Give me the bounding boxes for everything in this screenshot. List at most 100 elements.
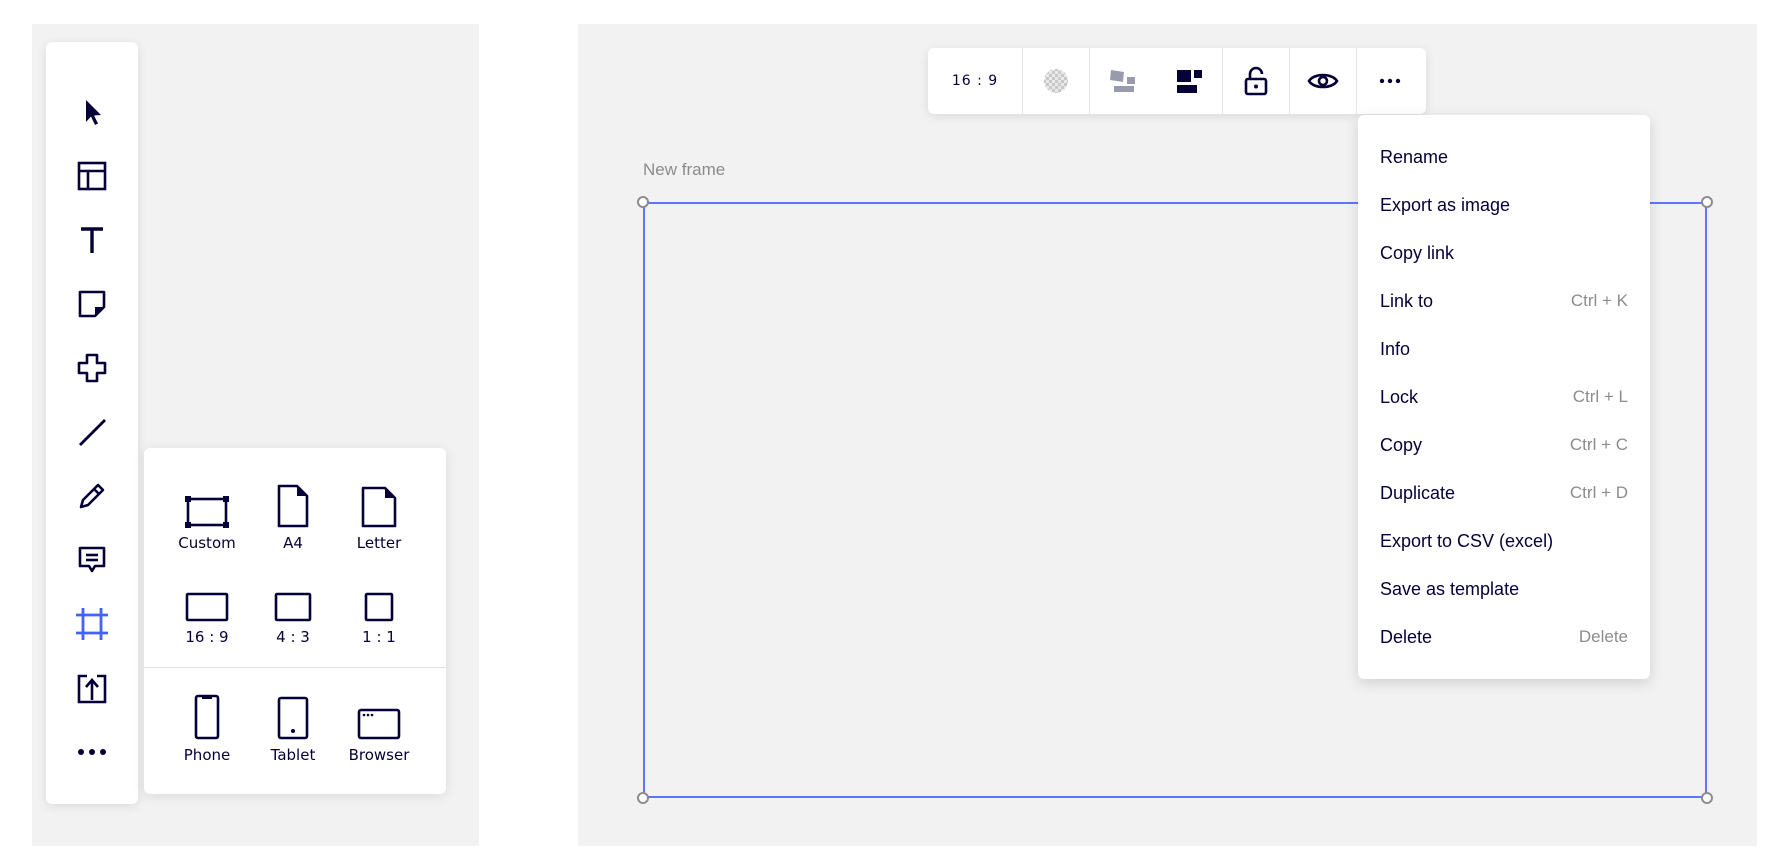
menu-item-copy-link[interactable]: Copy link xyxy=(1358,229,1650,277)
text-tool[interactable] xyxy=(62,214,122,266)
preset-label: Phone xyxy=(183,746,231,764)
comment-icon xyxy=(78,546,106,573)
frame-tool[interactable] xyxy=(62,598,122,650)
menu-item-lock[interactable]: Lock Ctrl + L xyxy=(1358,373,1650,421)
menu-item-shortcut: Ctrl + C xyxy=(1569,435,1628,454)
preset-label: Custom xyxy=(178,534,236,552)
more-horizontal-icon xyxy=(1379,78,1401,84)
resize-handle-bottom-left[interactable] xyxy=(637,792,649,804)
layout-grid-button[interactable] xyxy=(1156,48,1222,114)
preset-label: Letter xyxy=(356,534,402,552)
resize-handle-top-left[interactable] xyxy=(637,196,649,208)
shape-icon xyxy=(77,353,107,383)
visibility-button[interactable] xyxy=(1290,48,1356,114)
tablet-icon xyxy=(277,696,309,740)
page-icon xyxy=(277,484,309,528)
resize-handle-bottom-right[interactable] xyxy=(1701,792,1713,804)
preset-label: Browser xyxy=(348,746,410,764)
more-icon xyxy=(78,749,106,755)
layout-icon xyxy=(77,161,107,191)
pen-icon xyxy=(79,483,105,509)
unlock-icon xyxy=(1244,66,1268,96)
phone-icon xyxy=(194,694,220,740)
menu-item-shortcut: Ctrl + K xyxy=(1570,291,1628,310)
presets-divider xyxy=(144,667,446,668)
menu-item-label: Copy link xyxy=(1380,242,1455,263)
ratio-4-3-icon xyxy=(274,592,312,622)
preset-letter[interactable]: Letter xyxy=(336,474,422,560)
text-icon xyxy=(81,227,103,253)
custom-frame-icon xyxy=(185,496,229,528)
preset-label: A4 xyxy=(283,534,303,552)
menu-item-label: Duplicate xyxy=(1380,482,1456,503)
menu-item-label: Delete xyxy=(1380,626,1433,647)
preset-16-9[interactable]: 16 : 9 xyxy=(164,568,250,654)
cursor-icon xyxy=(86,100,101,125)
frame-presets-popup: Custom A4 Letter 16 : 9 4: 3 1: 1 Phon… xyxy=(144,448,446,794)
preset-phone[interactable]: Phone xyxy=(164,686,250,772)
line-tool[interactable] xyxy=(62,406,122,458)
preset-1-1[interactable]: 1 : 1 xyxy=(336,568,422,654)
upload-icon xyxy=(77,674,107,704)
menu-item-info[interactable]: Info xyxy=(1358,325,1650,373)
menu-item-rename[interactable]: Rename xyxy=(1358,133,1650,181)
preset-a4[interactable]: A4 xyxy=(250,474,336,560)
more-tools[interactable] xyxy=(62,726,122,778)
frame-context-toolbar: 16 : 9 xyxy=(928,48,1426,114)
main-toolbar xyxy=(46,42,138,804)
menu-item-export-csv[interactable]: Export to CSV (excel) xyxy=(1358,517,1650,565)
menu-item-label: Export as image xyxy=(1380,194,1511,215)
preset-label: 1 : 1 xyxy=(362,628,396,646)
page-icon xyxy=(361,486,397,528)
line-icon xyxy=(79,419,106,446)
arrange-button[interactable] xyxy=(1090,48,1156,114)
preset-label: 4 : 3 xyxy=(276,628,310,646)
menu-item-label: Link to xyxy=(1380,290,1434,311)
ratio-16-9-icon xyxy=(185,592,229,622)
menu-item-shortcut: Delete xyxy=(1578,627,1628,646)
eye-icon xyxy=(1307,73,1339,89)
frame-fill-button[interactable] xyxy=(1023,48,1089,114)
resize-handle-top-right[interactable] xyxy=(1701,196,1713,208)
menu-item-save-template[interactable]: Save as template xyxy=(1358,565,1650,613)
ratio-1-1-icon xyxy=(364,592,394,622)
frame-ratio-label: 16 : 9 xyxy=(951,73,999,89)
menu-item-label: Info xyxy=(1380,338,1411,359)
frame-context-menu: Rename Export as image Copy link Link to… xyxy=(1358,115,1650,679)
menu-item-link-to[interactable]: Link to Ctrl + K xyxy=(1358,277,1650,325)
frame-title[interactable]: New frame xyxy=(643,160,725,180)
preset-browser[interactable]: Browser xyxy=(336,686,422,772)
frame-icon xyxy=(76,608,108,640)
menu-item-label: Lock xyxy=(1380,386,1419,407)
upload-tool[interactable] xyxy=(62,662,122,714)
menu-item-label: Export to CSV (excel) xyxy=(1380,530,1554,551)
preset-label: 16 : 9 xyxy=(185,628,229,646)
menu-item-shortcut: Ctrl + L xyxy=(1572,387,1628,406)
arrange-icon xyxy=(1110,70,1135,92)
comment-tool[interactable] xyxy=(62,534,122,586)
frame-ratio-selector[interactable]: 16 : 9 xyxy=(928,48,1022,114)
menu-item-shortcut: Ctrl + D xyxy=(1569,483,1628,502)
preset-label: Tablet xyxy=(270,746,316,764)
transparency-icon xyxy=(1044,69,1068,93)
menu-item-label: Rename xyxy=(1380,146,1449,167)
menu-item-delete[interactable]: Delete Delete xyxy=(1358,613,1650,661)
preset-custom[interactable]: Custom xyxy=(164,474,250,560)
menu-item-copy[interactable]: Copy Ctrl + C xyxy=(1358,421,1650,469)
menu-item-export-image[interactable]: Export as image xyxy=(1358,181,1650,229)
pen-tool[interactable] xyxy=(62,470,122,522)
grid-icon xyxy=(1177,70,1202,93)
menu-item-label: Save as template xyxy=(1380,578,1520,599)
lock-button[interactable] xyxy=(1223,48,1289,114)
preset-tablet[interactable]: Tablet xyxy=(250,686,336,772)
shapes-tool[interactable] xyxy=(62,342,122,394)
select-tool[interactable] xyxy=(62,86,122,138)
more-options-button[interactable] xyxy=(1357,48,1423,114)
sticky-note-tool[interactable] xyxy=(62,278,122,330)
menu-item-duplicate[interactable]: Duplicate Ctrl + D xyxy=(1358,469,1650,517)
templates-tool[interactable] xyxy=(62,150,122,202)
sticky-note-icon xyxy=(78,290,106,318)
preset-4-3[interactable]: 4 : 3 xyxy=(250,568,336,654)
browser-icon xyxy=(357,708,401,740)
menu-item-label: Copy xyxy=(1380,434,1423,455)
